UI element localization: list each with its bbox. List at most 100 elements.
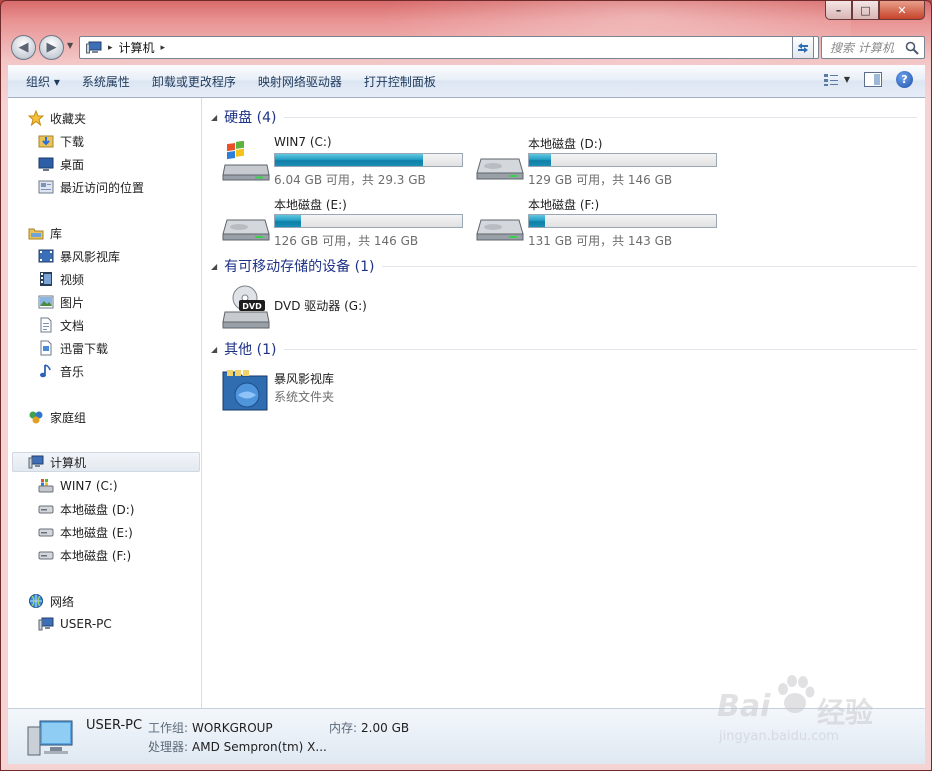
- drive-name: WIN7 (C:): [274, 135, 332, 149]
- breadcrumb-chevron-icon[interactable]: ▸: [108, 43, 113, 53]
- drive-usage-fill: [529, 154, 551, 166]
- hard-drive-icon: [38, 547, 54, 563]
- nav-drive-d[interactable]: 本地磁盘 (D:): [38, 499, 134, 519]
- nav-computer-label: 计算机: [50, 455, 87, 470]
- nav-library-videos-label: 视频: [60, 272, 85, 287]
- baofeng-library-type: 系统文件夹: [274, 390, 335, 404]
- nav-drive-f[interactable]: 本地磁盘 (F:): [38, 545, 131, 565]
- nav-favorites-label: 收藏夹: [50, 111, 87, 126]
- nav-homegroup[interactable]: 家庭组: [28, 407, 86, 427]
- dvd-drive-name: DVD 驱动器 (G:): [274, 299, 367, 313]
- organize-menu[interactable]: 组织 ▾: [8, 73, 71, 90]
- nav-library-music[interactable]: 音乐: [38, 361, 84, 381]
- map-network-drive-button[interactable]: 映射网络驱动器: [247, 73, 353, 90]
- nav-drive-e-label: 本地磁盘 (E:): [60, 525, 133, 540]
- nav-library-baofeng[interactable]: 暴风影视库: [38, 246, 120, 266]
- computer-icon: [38, 616, 54, 632]
- nav-library-pictures[interactable]: 图片: [38, 292, 84, 312]
- command-bar: 组织 ▾ 系统属性 卸载或更改程序 映射网络驱动器 打开控制面板 ▼ ?: [8, 65, 925, 98]
- preview-pane-icon[interactable]: [864, 72, 882, 87]
- hard-drive-icon: [476, 158, 524, 180]
- downloads-folder-icon: [38, 133, 54, 149]
- toolbar-right-group: ▼ ?: [823, 71, 913, 88]
- dvd-drive-tile[interactable]: DVD DVD 驱动器 (G:): [221, 284, 521, 332]
- star-icon: [28, 110, 44, 126]
- windows-drive-icon: [222, 141, 270, 181]
- nav-network[interactable]: 网络: [28, 591, 74, 611]
- baofeng-library-tile[interactable]: 暴风影视库 系统文件夹: [221, 366, 521, 414]
- breadcrumb-computer[interactable]: 计算机: [119, 39, 155, 56]
- drive-tile-d[interactable]: 本地磁盘 (D:) 129 GB 可用，共 146 GB: [475, 135, 725, 191]
- back-button[interactable]: ◀: [11, 35, 36, 60]
- breadcrumb-chevron-icon[interactable]: ▸: [161, 43, 166, 53]
- group-title-removable: 有可移动存储的设备 (1): [224, 259, 375, 275]
- xunlei-download-icon: [38, 340, 54, 356]
- drive-tile-c[interactable]: WIN7 (C:) 6.04 GB 可用，共 29.3 GB: [221, 135, 471, 191]
- system-properties-button[interactable]: 系统属性: [71, 73, 141, 90]
- nav-library-documents[interactable]: 文档: [38, 315, 84, 335]
- nav-library-baofeng-label: 暴风影视库: [60, 249, 121, 264]
- open-control-panel-button[interactable]: 打开控制面板: [353, 73, 447, 90]
- minimize-button[interactable]: –: [825, 1, 852, 20]
- uninstall-program-button[interactable]: 卸载或更改程序: [141, 73, 247, 90]
- nav-libraries[interactable]: 库: [28, 223, 62, 243]
- pictures-icon: [38, 294, 54, 310]
- music-note-icon: [38, 363, 54, 379]
- nav-library-videos[interactable]: 视频: [38, 269, 84, 289]
- baofeng-library-name: 暴风影视库: [274, 372, 335, 386]
- hard-drive-icon: [222, 219, 270, 241]
- change-view-button[interactable]: ▼: [823, 73, 850, 87]
- group-divider: [284, 116, 917, 118]
- group-title-other: 其他 (1): [224, 342, 277, 358]
- nav-desktop[interactable]: 桌面: [38, 154, 84, 174]
- drive-space-info: 6.04 GB 可用，共 29.3 GB: [274, 173, 426, 187]
- nav-recent-places[interactable]: 最近访问的位置: [38, 177, 144, 197]
- nav-drive-e[interactable]: 本地磁盘 (E:): [38, 522, 133, 542]
- details-computer-name: USER-PC: [86, 718, 143, 733]
- view-dropdown-icon[interactable]: ▼: [844, 75, 850, 84]
- nav-favorites[interactable]: 收藏夹: [28, 108, 86, 128]
- nav-network-user-pc[interactable]: USER-PC: [38, 614, 112, 634]
- nav-homegroup-label: 家庭组: [50, 410, 87, 425]
- refresh-button[interactable]: [792, 36, 814, 59]
- nav-library-xunlei[interactable]: 迅雷下载: [38, 338, 108, 358]
- nav-computer[interactable]: 计算机: [12, 452, 200, 472]
- memory-value: 2.00 GB: [361, 721, 410, 735]
- nav-drive-c[interactable]: WIN7 (C:): [38, 476, 118, 496]
- nav-desktop-label: 桌面: [60, 157, 85, 172]
- collapse-triangle-icon[interactable]: ◢: [211, 262, 217, 271]
- search-input[interactable]: 搜索 计算机: [821, 36, 925, 59]
- help-icon[interactable]: ?: [896, 71, 913, 88]
- group-header-other[interactable]: ◢ 其他 (1): [211, 339, 917, 359]
- drive-space-info: 131 GB 可用，共 143 GB: [528, 234, 673, 248]
- nav-drive-f-label: 本地磁盘 (F:): [60, 548, 132, 563]
- collapse-triangle-icon[interactable]: ◢: [211, 113, 217, 122]
- nav-downloads[interactable]: 下载: [38, 131, 84, 151]
- close-button[interactable]: ✕: [879, 1, 925, 20]
- documents-icon: [38, 317, 54, 333]
- address-bar[interactable]: ▸ 计算机 ▸ ▼: [79, 36, 819, 59]
- nav-drive-d-label: 本地磁盘 (D:): [60, 502, 135, 517]
- forward-button[interactable]: ▶: [39, 35, 64, 60]
- group-header-hard-disks[interactable]: ◢ 硬盘 (4): [211, 107, 917, 127]
- network-icon: [28, 593, 44, 609]
- drive-tile-e[interactable]: 本地磁盘 (E:) 126 GB 可用，共 146 GB: [221, 196, 471, 252]
- drive-tile-f[interactable]: 本地磁盘 (F:) 131 GB 可用，共 143 GB: [475, 196, 725, 252]
- recent-pages-dropdown-icon[interactable]: ▼: [67, 41, 73, 50]
- homegroup-icon: [28, 409, 44, 425]
- collapse-triangle-icon[interactable]: ◢: [211, 345, 217, 354]
- svg-text:DVD: DVD: [242, 302, 262, 311]
- navigation-pane: 收藏夹 下载 桌面 最近访问的位置 库 暴风影视库 视频 图片 文档 迅雷下载 …: [8, 98, 202, 708]
- search-icon[interactable]: [905, 41, 919, 55]
- hard-drive-icon: [38, 501, 54, 517]
- drive-usage-fill: [275, 154, 424, 166]
- drive-name: 本地磁盘 (E:): [274, 198, 347, 212]
- nav-library-documents-label: 文档: [60, 318, 85, 333]
- maximize-button[interactable]: □: [852, 1, 879, 20]
- dvd-drive-icon: DVD: [222, 285, 270, 329]
- group-header-removable[interactable]: ◢ 有可移动存储的设备 (1): [211, 256, 917, 276]
- nav-library-pictures-label: 图片: [60, 295, 85, 310]
- desktop-icon: [38, 156, 54, 172]
- libraries-icon: [28, 225, 44, 241]
- workgroup-value: WORKGROUP: [192, 721, 273, 735]
